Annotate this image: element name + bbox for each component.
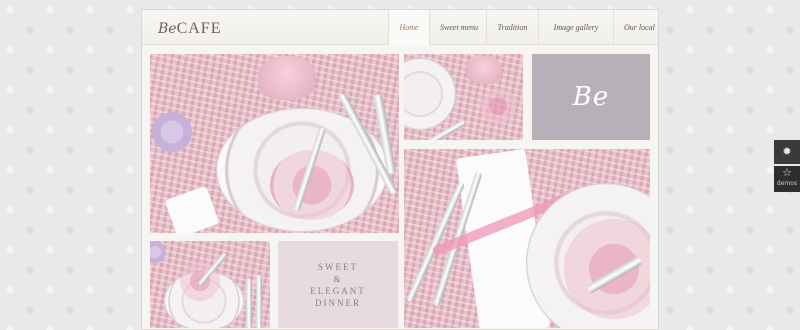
flower-decoration bbox=[150, 241, 166, 263]
nav-item-sweet-menu[interactable]: Sweet menu bbox=[429, 10, 486, 45]
gallery-photo-napkin-ribbon[interactable] bbox=[404, 149, 650, 328]
teacup bbox=[258, 56, 316, 100]
nav-item-image-gallery[interactable]: Image gallery bbox=[538, 10, 613, 45]
star-icon: ☆ bbox=[782, 166, 792, 179]
gallery-photo-table-setting-small[interactable] bbox=[404, 54, 523, 140]
main-nav: Home Sweet menu Tradition Image gallery … bbox=[388, 10, 658, 45]
tile-line-dinner: DINNER bbox=[315, 297, 361, 308]
logo-prefix: Be bbox=[158, 21, 177, 37]
be-brand-tile[interactable]: Be bbox=[532, 54, 650, 140]
tile-line-ampersand: & bbox=[333, 273, 343, 284]
napkin bbox=[164, 185, 220, 233]
site-container: BeCAFE Home Sweet menu Tradition Image g… bbox=[141, 9, 659, 330]
plate bbox=[404, 58, 456, 130]
gear-icon: ✹ bbox=[782, 145, 792, 158]
demos-label: demos bbox=[776, 180, 798, 187]
logo-name: CAFE bbox=[176, 20, 222, 37]
demos-widget[interactable]: ☆ demos bbox=[774, 166, 800, 192]
nav-item-our-local[interactable]: Our local bbox=[613, 10, 658, 45]
nav-item-tradition[interactable]: Tradition bbox=[486, 10, 538, 45]
site-header: BeCAFE Home Sweet menu Tradition Image g… bbox=[142, 10, 658, 45]
gallery-photo-teacup[interactable] bbox=[150, 241, 270, 328]
tile-line-elegant: ELEGANT bbox=[310, 285, 366, 296]
sweet-elegant-dinner-tile[interactable]: SWEET & ELEGANT DINNER bbox=[278, 241, 398, 328]
be-tile-text: Be bbox=[572, 82, 610, 112]
flower-decoration bbox=[152, 112, 192, 152]
fork bbox=[246, 279, 252, 328]
pink-glass bbox=[480, 88, 516, 124]
site-logo[interactable]: BeCAFE bbox=[158, 18, 221, 38]
teacup bbox=[466, 56, 502, 84]
knife bbox=[256, 275, 262, 328]
tile-line-sweet: SWEET bbox=[318, 261, 358, 272]
nav-item-home[interactable]: Home bbox=[388, 10, 429, 45]
settings-widget[interactable]: ✹ bbox=[774, 140, 800, 164]
gallery-photo-table-setting-large[interactable] bbox=[150, 54, 399, 233]
